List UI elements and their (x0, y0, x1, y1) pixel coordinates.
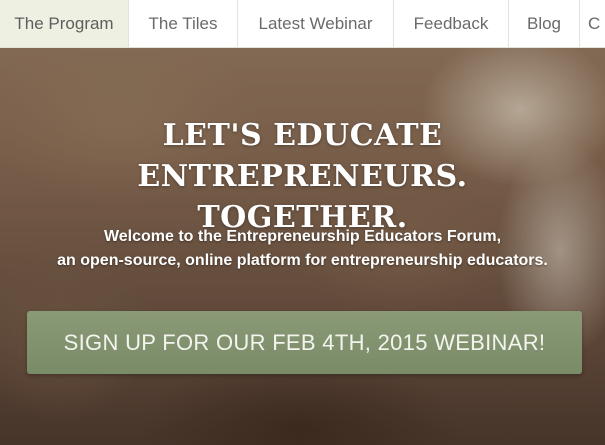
nav-item-contact[interactable]: C (580, 0, 605, 47)
nav-item-the-tiles[interactable]: The Tiles (129, 0, 238, 47)
hero-headline: LET'S EDUCATE ENTREPRENEURS. TOGETHER. (0, 115, 605, 238)
welcome-line-1: Welcome to the Entrepreneurship Educator… (103, 228, 502, 245)
hero-section: LET'S EDUCATE ENTREPRENEURS. TOGETHER. W… (0, 47, 605, 445)
welcome-line-2: an open-source, online platform for entr… (57, 252, 548, 269)
hero-welcome-text: Welcome to the Entrepreneurship Educator… (0, 225, 605, 273)
nav-item-latest-webinar[interactable]: Latest Webinar (238, 0, 394, 47)
nav-item-feedback[interactable]: Feedback (394, 0, 509, 47)
top-nav: The Program The Tiles Latest Webinar Fee… (0, 0, 605, 48)
page: The Program The Tiles Latest Webinar Fee… (0, 0, 605, 445)
nav-item-blog[interactable]: Blog (509, 0, 580, 47)
nav-item-the-program[interactable]: The Program (0, 0, 129, 47)
webinar-signup-button[interactable]: SIGN UP FOR OUR FEB 4TH, 2015 WEBINAR! (27, 311, 582, 374)
hero-headline-line-1: LET'S EDUCATE ENTREPRENEURS. (137, 118, 468, 194)
